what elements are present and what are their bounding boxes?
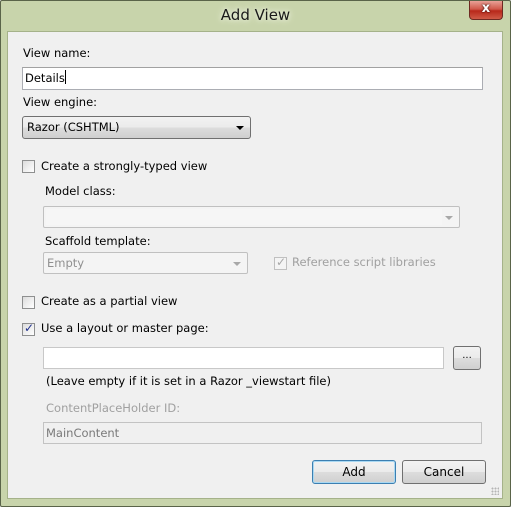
chevron-down-icon [445, 216, 453, 220]
content-placeholder-input[interactable]: MainContent [43, 422, 482, 444]
chevron-down-icon [233, 262, 241, 266]
reference-scripts-label: Reference script libraries [292, 255, 436, 269]
title-bar[interactable]: Add View x [1, 1, 510, 31]
dialog-client-area: View name: Details View engine: Razor (C… [7, 31, 503, 499]
checkmark-icon: ✓ [276, 255, 287, 269]
close-x-icon: x [481, 1, 491, 16]
chevron-down-icon [236, 126, 244, 130]
checkmark-icon: ✓ [24, 321, 35, 335]
use-layout-label[interactable]: Use a layout or master page: [41, 321, 209, 335]
add-button[interactable]: Add [312, 460, 396, 484]
partial-view-checkbox[interactable] [22, 296, 35, 309]
model-class-combobox[interactable] [43, 206, 460, 228]
content-placeholder-value: MainContent [46, 426, 120, 440]
view-engine-label: View engine: [23, 95, 98, 109]
partial-view-label[interactable]: Create as a partial view [41, 294, 177, 308]
view-engine-selected: Razor (CSHTML) [27, 120, 120, 134]
model-class-input[interactable] [46, 209, 442, 225]
model-class-label: Model class: [45, 184, 116, 198]
view-name-label: View name: [23, 46, 91, 60]
view-engine-dropdown[interactable]: Razor (CSHTML) [22, 116, 251, 139]
add-view-dialog: Add View x View name: Details View engin… [0, 0, 511, 507]
layout-path-input[interactable] [43, 347, 444, 369]
resize-grip[interactable] [491, 487, 499, 495]
scaffold-template-dropdown[interactable]: Empty [43, 252, 248, 274]
text-caret [64, 70, 66, 84]
strongly-typed-checkbox[interactable] [22, 160, 35, 173]
use-layout-checkbox[interactable]: ✓ [22, 321, 35, 336]
strongly-typed-label[interactable]: Create a strongly-typed view [41, 159, 207, 173]
view-name-input[interactable]: Details [22, 67, 483, 90]
dialog-title: Add View [220, 6, 291, 24]
layout-hint-text: (Leave empty if it is set in a Razor _vi… [46, 374, 331, 388]
scaffold-template-selected: Empty [47, 256, 85, 270]
close-button[interactable]: x [469, 1, 503, 20]
reference-scripts-checkbox[interactable]: ✓ [274, 255, 287, 270]
content-placeholder-label: ContentPlaceHolder ID: [46, 401, 181, 415]
scaffold-template-label: Scaffold template: [45, 234, 151, 248]
browse-layout-button[interactable]: ... [453, 346, 481, 370]
view-name-value: Details [25, 71, 65, 85]
cancel-button[interactable]: Cancel [402, 460, 486, 484]
